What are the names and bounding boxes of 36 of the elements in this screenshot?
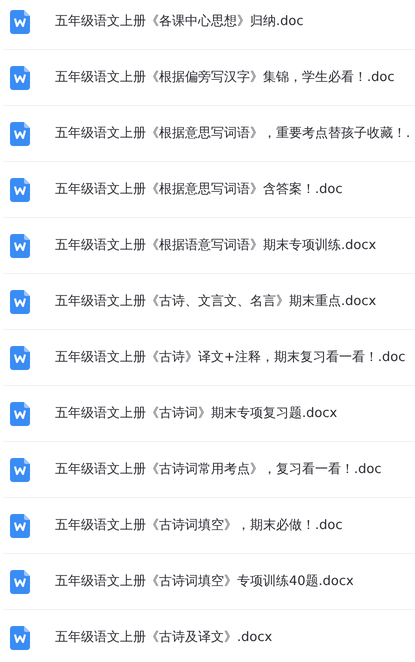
file-row[interactable]: 五年级语文上册《古诗及译文》.docx [3, 610, 415, 662]
file-name: 五年级语文上册《根据语意写词语》期末专项训练.docx [55, 236, 376, 255]
file-name: 五年级语文上册《各课中心思想》归纳.doc [55, 12, 304, 31]
word-document-icon [10, 66, 30, 90]
word-document-icon [10, 290, 30, 314]
file-name: 五年级语文上册《根据意思写词语》，重要考点替孩子收藏！. [55, 124, 410, 143]
file-row[interactable]: 五年级语文上册《古诗词填空》专项训练40题.docx [3, 554, 415, 610]
file-name: 五年级语文上册《古诗及译文》.docx [55, 629, 272, 648]
word-document-icon [10, 570, 30, 594]
file-row[interactable]: 五年级语文上册《根据语意写词语》期末专项训练.docx [3, 218, 415, 274]
file-row[interactable]: 五年级语文上册《根据意思写词语》含答案！.doc [3, 162, 415, 218]
file-row[interactable]: 五年级语文上册《古诗词常用考点》，复习看一看！.doc [3, 442, 415, 498]
file-row[interactable]: 五年级语文上册《各课中心思想》归纳.doc [3, 0, 415, 50]
word-document-icon [10, 402, 30, 426]
word-document-icon [10, 122, 30, 146]
file-row[interactable]: 五年级语文上册《根据偏旁写汉字》集锦，学生必看！.doc [3, 50, 415, 106]
file-row[interactable]: 五年级语文上册《古诗词填空》，期末必做！.doc [3, 498, 415, 554]
file-name: 五年级语文上册《古诗》译文+注释，期末复习看一看！.doc [55, 348, 406, 367]
file-name: 五年级语文上册《古诗词》期末专项复习题.docx [55, 404, 338, 423]
file-name: 五年级语文上册《古诗、文言文、名言》期末重点.docx [55, 292, 376, 311]
file-name: 五年级语文上册《古诗词填空》，期末必做！.doc [55, 516, 342, 535]
file-name: 五年级语文上册《根据偏旁写汉字》集锦，学生必看！.doc [55, 68, 394, 87]
word-document-icon [10, 234, 30, 258]
file-row[interactable]: 五年级语文上册《古诗、文言文、名言》期末重点.docx [3, 274, 415, 330]
file-name: 五年级语文上册《古诗词填空》专项训练40题.docx [55, 572, 354, 591]
word-document-icon [10, 458, 30, 482]
word-document-icon [10, 10, 30, 34]
word-document-icon [10, 346, 30, 370]
word-document-icon [10, 514, 30, 538]
word-document-icon [10, 178, 30, 202]
word-document-icon [10, 626, 30, 650]
file-name: 五年级语文上册《古诗词常用考点》，复习看一看！.doc [55, 460, 382, 479]
file-row[interactable]: 五年级语文上册《古诗》译文+注释，期末复习看一看！.doc [3, 330, 415, 386]
file-row[interactable]: 五年级语文上册《根据意思写词语》，重要考点替孩子收藏！. [3, 106, 415, 162]
file-name: 五年级语文上册《根据意思写词语》含答案！.doc [55, 180, 342, 199]
file-row[interactable]: 五年级语文上册《古诗词》期末专项复习题.docx [3, 386, 415, 442]
